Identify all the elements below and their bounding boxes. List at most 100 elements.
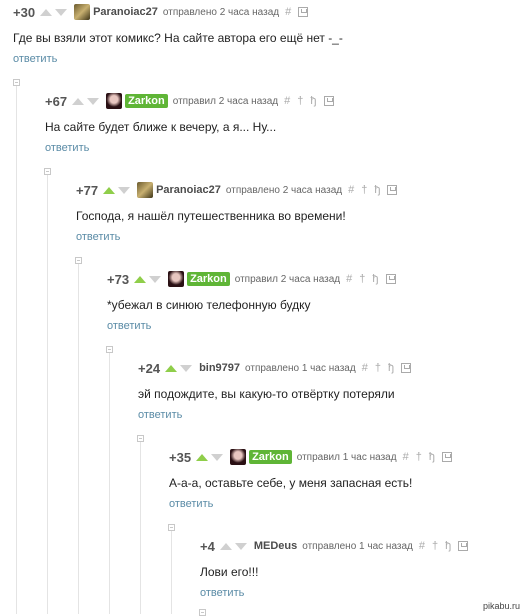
thread-line (47, 175, 48, 614)
thread-line (140, 442, 141, 614)
hash-link-icon[interactable]: # (348, 184, 354, 196)
reply-link[interactable]: ответить (13, 53, 343, 65)
hash-link-icon[interactable]: # (346, 273, 352, 285)
thread-line (109, 353, 110, 614)
reply-link[interactable]: ответить (107, 320, 403, 332)
comment-rating: +4 (200, 538, 215, 554)
thread-link-icon[interactable]: ђ (374, 184, 380, 196)
parent-link-icon[interactable]: † (416, 451, 422, 463)
collapse-toggle[interactable] (199, 609, 206, 616)
vote-up-icon[interactable] (72, 97, 85, 105)
comment: +4 MEDeus отправлено 1 час назад # † ђ Л… (200, 537, 475, 599)
save-icon[interactable] (458, 541, 469, 551)
collapse-toggle[interactable] (44, 168, 51, 175)
username[interactable]: Zarkon (249, 450, 292, 464)
vote-down-icon[interactable] (55, 8, 68, 16)
comment-text: А-а-а, оставьте себе, у меня запасная ес… (169, 476, 413, 490)
vote-up-icon[interactable] (134, 275, 147, 283)
comment-rating: +35 (169, 449, 192, 465)
parent-link-icon[interactable]: † (359, 273, 365, 285)
vote-down-icon[interactable] (180, 364, 193, 372)
hash-link-icon[interactable]: # (285, 6, 291, 18)
watermark: pikabu.ru (482, 601, 520, 611)
comment: +30 Paranoiac27 отправлено 2 часа назад … (13, 3, 343, 65)
comment: +73 Zarkon отправил 2 часа назад # † ђ *… (107, 270, 403, 332)
comment-rating: +77 (76, 182, 99, 198)
comment: +77 Paranoiac27 отправлено 2 часа назад … (76, 181, 404, 243)
parent-link-icon[interactable]: † (432, 540, 438, 552)
collapse-toggle[interactable] (75, 257, 82, 264)
save-icon[interactable] (401, 363, 412, 373)
avatar[interactable] (230, 449, 247, 465)
username[interactable]: MEDeus (254, 540, 297, 552)
save-icon[interactable] (298, 7, 309, 17)
hash-link-icon[interactable]: # (419, 540, 425, 552)
vote-down-icon[interactable] (211, 453, 224, 461)
thread-link-icon[interactable]: ђ (310, 95, 316, 107)
save-icon[interactable] (323, 96, 334, 106)
thread-link-icon[interactable]: ђ (372, 273, 378, 285)
hash-link-icon[interactable]: # (362, 362, 368, 374)
username[interactable]: Paranoiac27 (156, 184, 221, 196)
thread-line (16, 86, 17, 614)
avatar[interactable] (74, 4, 91, 20)
reply-link[interactable]: ответить (169, 498, 459, 510)
comment-text: эй подождите, вы какую-то отвёртку потер… (138, 387, 395, 401)
save-icon[interactable] (387, 185, 398, 195)
username[interactable]: Paranoiac27 (93, 6, 158, 18)
thread-link-icon[interactable]: ђ (388, 362, 394, 374)
reply-link[interactable]: ответить (138, 409, 418, 421)
comment-timestamp[interactable]: отправлено 1 час назад (245, 363, 356, 374)
username[interactable]: Zarkon (187, 272, 230, 286)
reply-link[interactable]: ответить (76, 231, 404, 243)
parent-link-icon[interactable]: † (375, 362, 381, 374)
vote-up-icon[interactable] (219, 542, 232, 550)
username[interactable]: bin9797 (199, 362, 240, 374)
collapse-toggle[interactable] (137, 435, 144, 442)
vote-up-icon[interactable] (40, 8, 53, 16)
hash-link-icon[interactable]: # (403, 451, 409, 463)
comment-rating: +73 (107, 271, 130, 287)
comment-timestamp[interactable]: отправил 2 часа назад (235, 274, 340, 285)
save-icon[interactable] (441, 452, 452, 462)
comment-header: +35 Zarkon отправил 1 час назад # † ђ (169, 448, 459, 466)
comment-text: Где вы взяли этот комикс? На сайте автор… (13, 31, 343, 45)
hash-link-icon[interactable]: # (284, 95, 290, 107)
parent-link-icon[interactable]: † (361, 184, 367, 196)
vote-up-icon[interactable] (196, 453, 209, 461)
comment-header: +30 Paranoiac27 отправлено 2 часа назад … (13, 3, 343, 21)
reply-link[interactable]: ответить (45, 142, 341, 154)
comment-text: *убежал в синюю телефонную будку (107, 298, 311, 312)
comment-text: На сайте будет ближе к вечеру, а я... Ну… (45, 120, 277, 134)
collapse-toggle[interactable] (168, 524, 175, 531)
vote-down-icon[interactable] (149, 275, 162, 283)
avatar[interactable] (137, 182, 154, 198)
comment-rating: +67 (45, 93, 68, 109)
vote-down-icon[interactable] (118, 186, 131, 194)
comment-timestamp[interactable]: отправил 1 час назад (297, 452, 397, 463)
avatar[interactable] (106, 93, 123, 109)
comment-text: Лови его!!! (200, 565, 259, 579)
vote-down-icon[interactable] (234, 542, 247, 550)
comment-header: +77 Paranoiac27 отправлено 2 часа назад … (76, 181, 404, 199)
vote-up-icon[interactable] (103, 186, 116, 194)
username[interactable]: Zarkon (125, 94, 168, 108)
comment: +67 Zarkon отправил 2 часа назад # † ђ Н… (45, 92, 341, 154)
vote-up-icon[interactable] (165, 364, 178, 372)
save-icon[interactable] (385, 274, 396, 284)
comment: +24 bin9797 отправлено 1 час назад # † ђ… (138, 359, 418, 421)
collapse-toggle[interactable] (13, 79, 20, 86)
reply-link[interactable]: ответить (200, 587, 475, 599)
comment-timestamp[interactable]: отправлено 2 часа назад (226, 185, 342, 196)
vote-down-icon[interactable] (87, 97, 100, 105)
comment: +35 Zarkon отправил 1 час назад # † ђ А-… (169, 448, 459, 510)
collapse-toggle[interactable] (106, 346, 113, 353)
comment-timestamp[interactable]: отправил 2 часа назад (173, 96, 278, 107)
avatar[interactable] (168, 271, 185, 287)
thread-link-icon[interactable]: ђ (445, 540, 451, 552)
comment-timestamp[interactable]: отправлено 2 часа назад (163, 7, 279, 18)
thread-line (78, 264, 79, 614)
thread-link-icon[interactable]: ђ (429, 451, 435, 463)
comment-timestamp[interactable]: отправлено 1 час назад (302, 541, 413, 552)
parent-link-icon[interactable]: † (297, 95, 303, 107)
